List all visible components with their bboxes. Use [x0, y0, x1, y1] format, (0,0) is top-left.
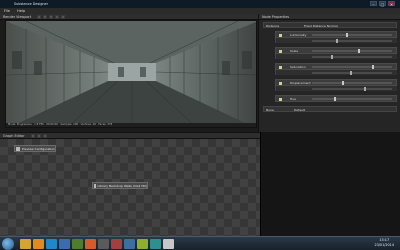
start-button[interactable] [2, 238, 14, 250]
taskbar-app-icon[interactable] [98, 239, 109, 249]
node-icon [16, 146, 20, 151]
maximize-button[interactable]: □ [379, 1, 386, 7]
stop-icon[interactable] [43, 14, 48, 19]
render-viewport[interactable]: Mode: Progressive · 1.8 FPS · 00:00:00 ·… [5, 20, 257, 128]
property-name: Scale [290, 49, 299, 53]
taskbar-app-icon[interactable] [59, 239, 70, 249]
property-row[interactable]: Luminosity [275, 31, 397, 38]
slider-handle[interactable] [364, 86, 366, 91]
property-name: Luminosity [290, 33, 307, 37]
light-icon[interactable] [55, 14, 60, 19]
property-subrow[interactable] [275, 38, 397, 43]
property-slider[interactable] [312, 82, 392, 84]
footer-label-b: Default [294, 107, 305, 112]
title-bar: Substance Designer – □ ✕ [0, 0, 400, 8]
menu-file[interactable]: File [4, 9, 10, 13]
taskbar-app-icon[interactable] [20, 239, 31, 249]
slider-handle[interactable] [372, 65, 374, 69]
property-subrow[interactable] [275, 70, 397, 75]
property-slider[interactable] [312, 34, 392, 36]
taskbar-clock[interactable]: 13:17 23/01/2014 [374, 238, 394, 248]
property-name: Hue [290, 97, 297, 101]
slider-handle[interactable] [358, 49, 360, 53]
graph-panel[interactable]: Graph Editor Preview Configuration Libra… [0, 132, 260, 236]
graph-node[interactable]: Library Backdrop Walls (CG4 HD) [92, 182, 148, 189]
properties-selector[interactable]: Distance Fixed Distance Normal [263, 22, 397, 28]
empty-panel [260, 132, 400, 236]
taskbar-app-icon[interactable] [163, 239, 174, 249]
property-slider[interactable] [312, 39, 392, 42]
slider-handle[interactable] [336, 38, 338, 43]
slider-handle[interactable] [350, 70, 352, 75]
render-icon[interactable] [37, 14, 42, 19]
enable-checkbox[interactable] [279, 81, 282, 85]
property-slider[interactable] [312, 98, 392, 100]
properties-header-tag: Fixed Distance Normal [304, 23, 338, 28]
camera-icon[interactable] [49, 14, 54, 19]
slider-handle[interactable] [331, 54, 333, 59]
properties-panel: Node Properties Distance Fixed Distance … [258, 14, 400, 132]
delete-node-icon[interactable] [36, 133, 41, 138]
minimize-button[interactable]: – [370, 1, 377, 7]
graph-title: Graph Editor [3, 133, 25, 138]
properties-title: Node Properties [262, 14, 290, 19]
enable-checkbox[interactable] [279, 97, 282, 101]
node-icon [94, 183, 96, 188]
taskbar-app-icon[interactable] [137, 239, 148, 249]
properties-footer[interactable]: None Default [263, 106, 397, 112]
enable-checkbox[interactable] [279, 65, 282, 69]
taskbar-app-icon[interactable] [124, 239, 135, 249]
property-name: Saturation [290, 65, 306, 69]
close-button[interactable]: ✕ [388, 1, 395, 7]
property-slider[interactable] [312, 87, 392, 90]
property-slider[interactable] [312, 55, 392, 58]
add-node-icon[interactable] [30, 133, 35, 138]
property-row[interactable]: Hue [275, 95, 397, 102]
node-label: Library Backdrop Walls (CG4 HD) [97, 183, 147, 188]
property-name: Displacement [290, 81, 311, 85]
slider-handle[interactable] [334, 97, 336, 101]
taskbar-app-icon[interactable] [33, 239, 44, 249]
node-label: Preview Configuration [22, 146, 55, 151]
property-slider[interactable] [312, 50, 392, 52]
taskbar-app-icon[interactable] [111, 239, 122, 249]
taskbar-app-icon[interactable] [85, 239, 96, 249]
property-slider[interactable] [312, 66, 392, 68]
render-image [6, 21, 256, 127]
frame-icon[interactable] [42, 133, 47, 138]
properties-header-label: Distance [266, 23, 280, 28]
footer-label-a: None [266, 107, 274, 112]
enable-checkbox[interactable] [279, 33, 282, 37]
viewport-title: Render Viewport [3, 14, 32, 19]
property-row[interactable]: Saturation [275, 63, 397, 70]
window-title: Substance Designer [14, 2, 48, 6]
property-subrow[interactable] [275, 86, 397, 91]
menu-help[interactable]: Help [17, 9, 25, 13]
taskbar-app-icon[interactable] [72, 239, 83, 249]
property-row[interactable]: Scale [275, 47, 397, 54]
viewport-status: Mode: Progressive · 1.8 FPS · 00:00:00 ·… [6, 123, 256, 127]
clock-date: 23/01/2014 [374, 243, 394, 247]
enable-checkbox[interactable] [279, 49, 282, 53]
settings-icon[interactable] [61, 14, 66, 19]
properties-header: Node Properties [259, 14, 400, 20]
property-slider[interactable] [312, 71, 392, 74]
taskbar: 13:17 23/01/2014 [0, 236, 400, 250]
taskbar-app-icon[interactable] [46, 239, 57, 249]
slider-handle[interactable] [342, 81, 344, 85]
graph-node[interactable]: Preview Configuration [14, 145, 56, 152]
property-row[interactable]: Displacement [275, 79, 397, 86]
taskbar-app-icon[interactable] [150, 239, 161, 249]
property-subrow[interactable] [275, 54, 397, 59]
slider-handle[interactable] [346, 33, 348, 37]
